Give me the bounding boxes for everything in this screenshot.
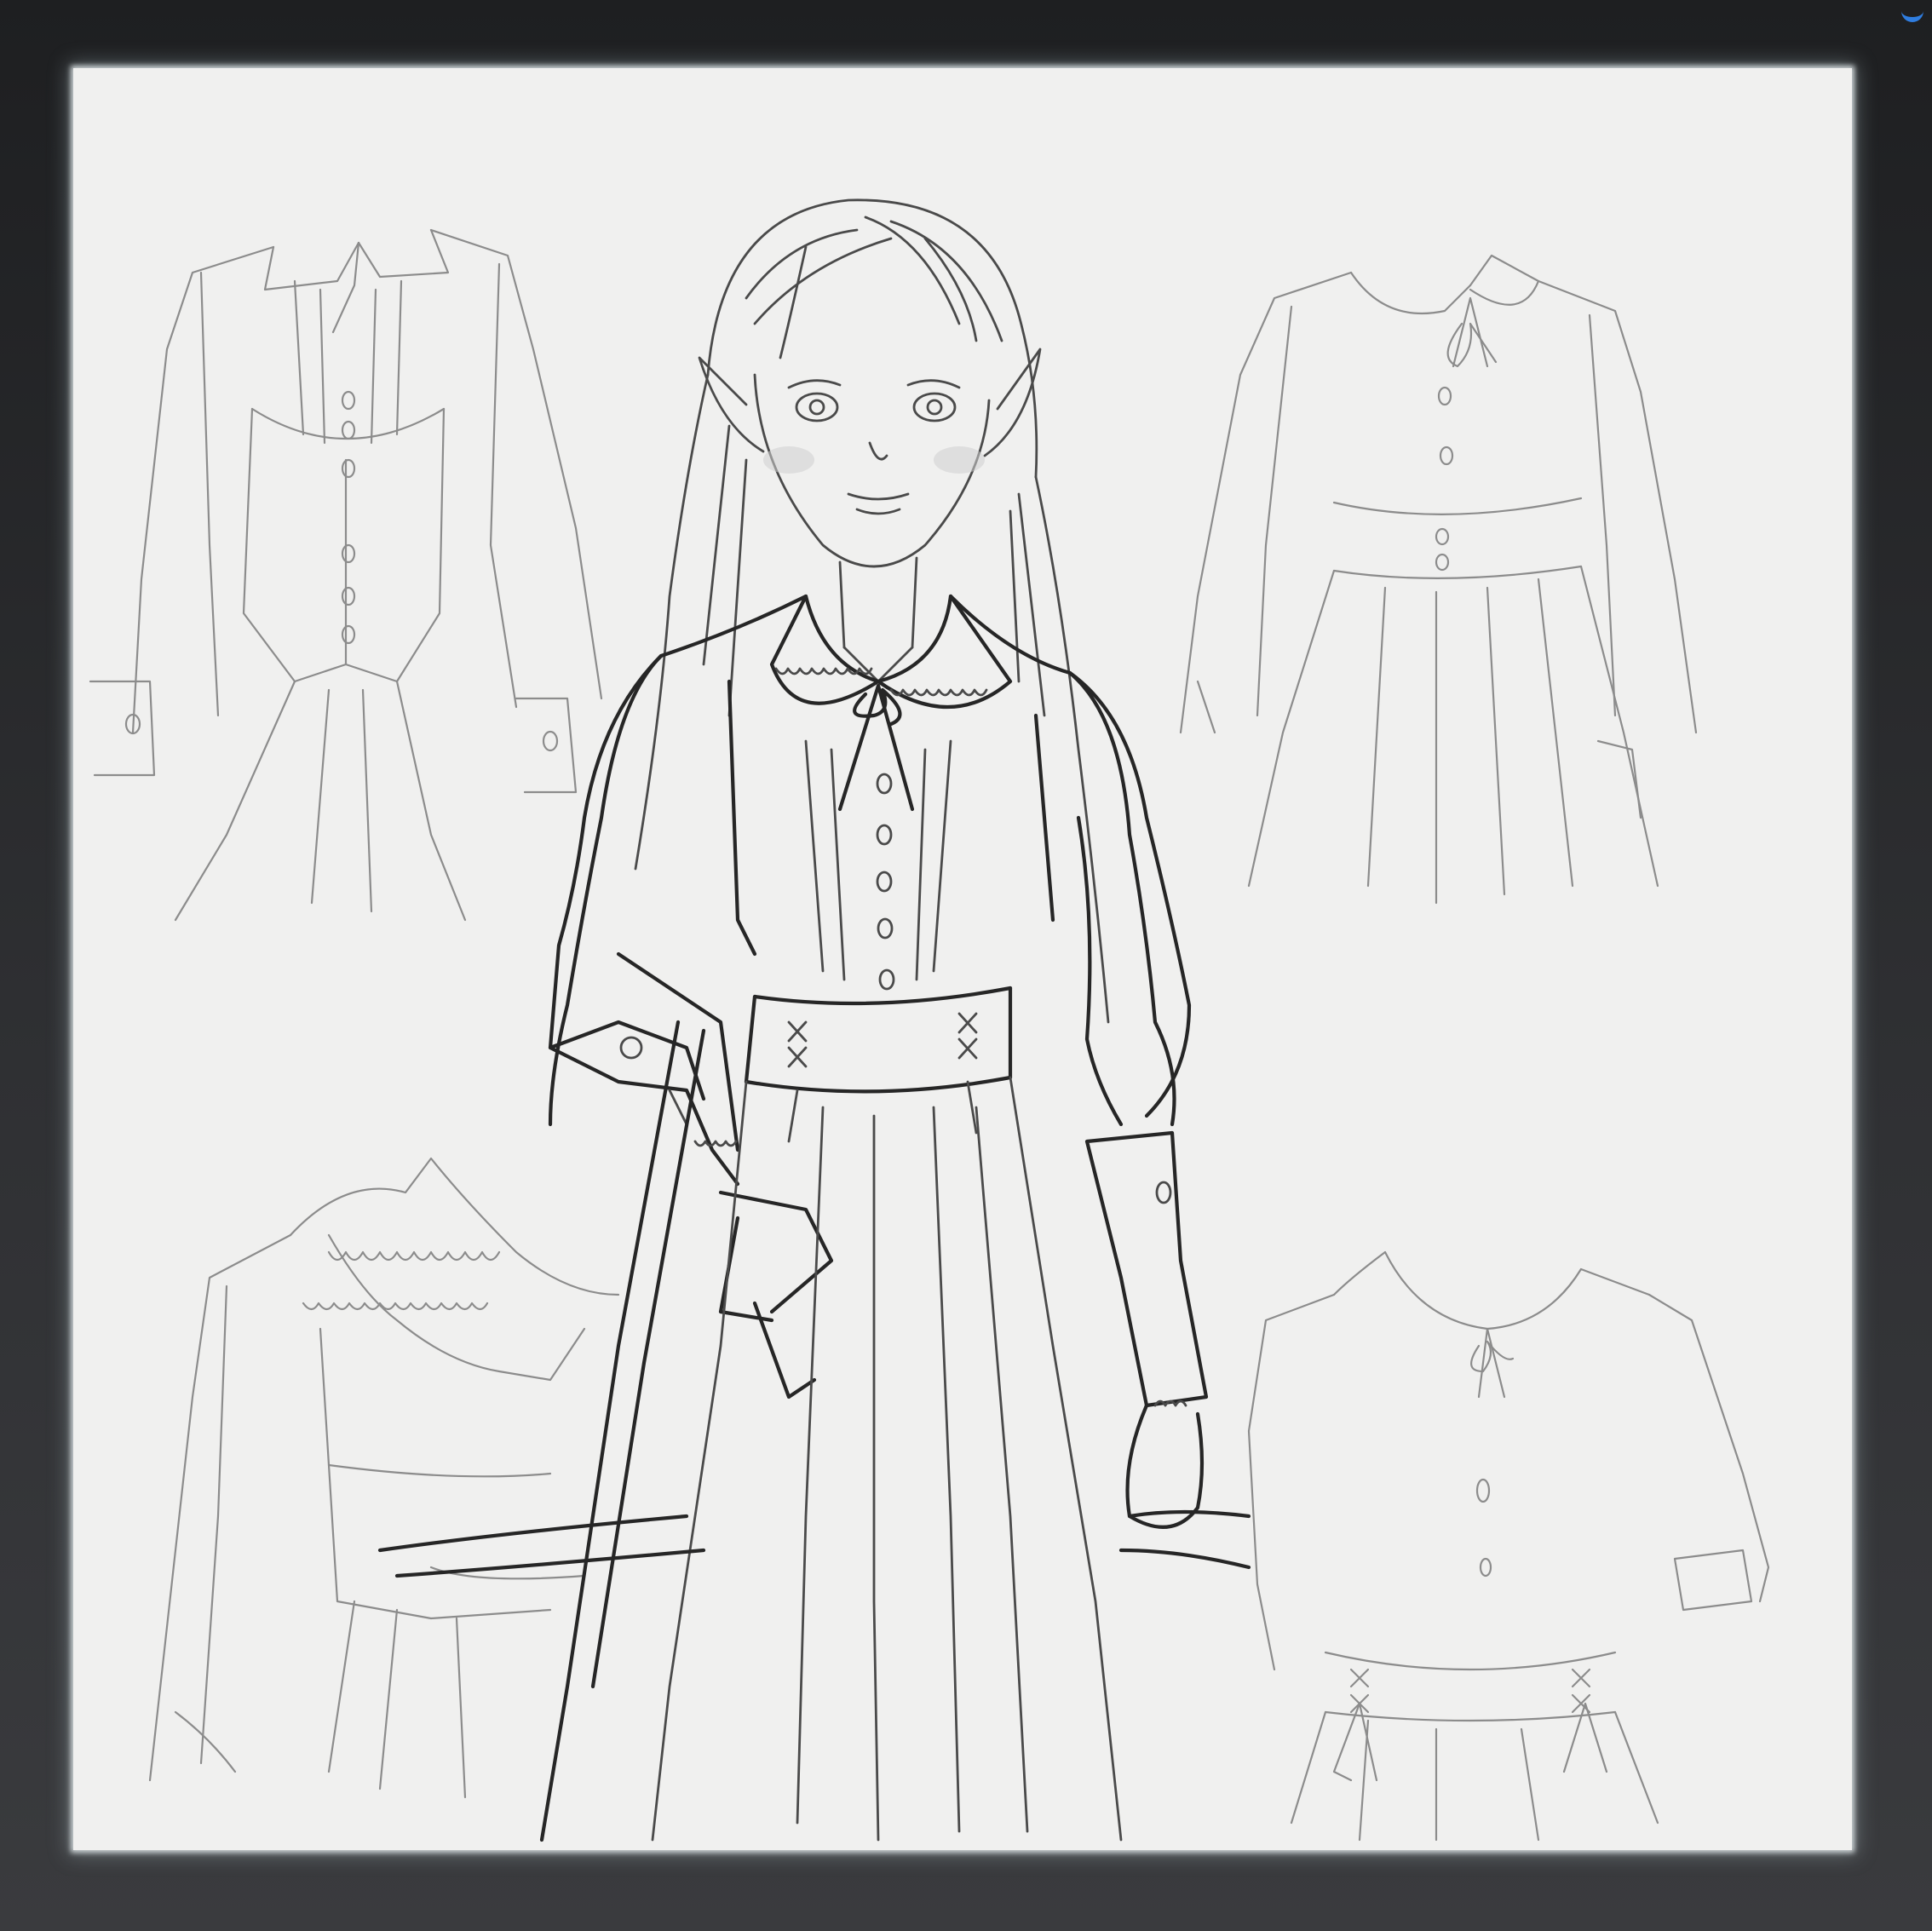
dress-bottom-left bbox=[148, 1157, 620, 1799]
dress-bottom-right bbox=[1247, 1250, 1770, 1842]
dress-top-left bbox=[89, 228, 603, 922]
drawing-canvas[interactable] bbox=[73, 68, 1852, 1850]
dress-top-right bbox=[1179, 254, 1698, 905]
corner-ui-mark bbox=[1901, 0, 1923, 22]
central-elf-figure bbox=[377, 198, 1251, 1842]
sketch-artwork bbox=[89, 198, 1770, 1842]
